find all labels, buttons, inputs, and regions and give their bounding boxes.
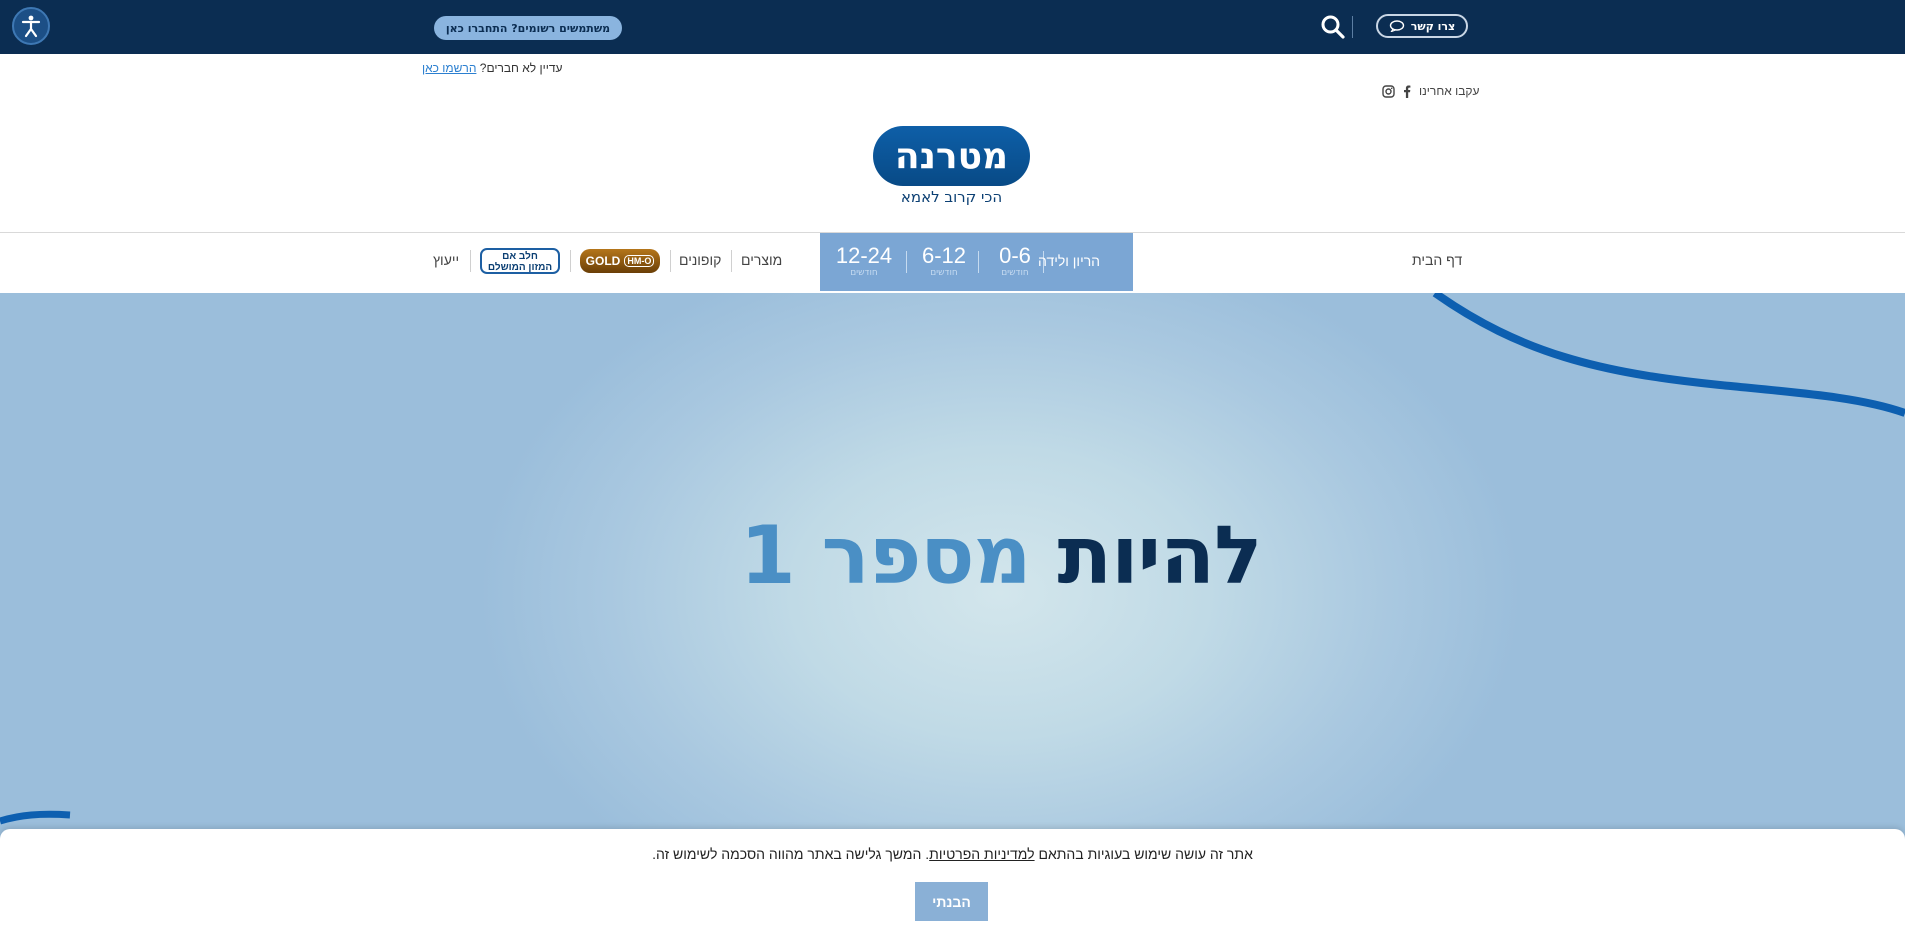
milk-badge-line1: חלב אם bbox=[502, 251, 538, 262]
hmo-mark: HM-O bbox=[624, 255, 655, 267]
cookie-accept-button[interactable]: הבנתי bbox=[915, 882, 988, 921]
age-unit: חודשים bbox=[850, 268, 878, 278]
divider bbox=[731, 250, 732, 272]
cookie-banner: אתר זה עושה שימוש בעוגיות בהתאם למדיניות… bbox=[0, 829, 1905, 938]
cookie-text-after: . המשך גלישה באתר מהווה הסכמה לשימוש זה. bbox=[652, 846, 930, 862]
milk-badge-line2: המזון המושלם bbox=[487, 262, 553, 273]
divider bbox=[670, 250, 671, 272]
accessibility-button[interactable] bbox=[12, 7, 50, 45]
social-follow: עקבו אחרינו bbox=[1382, 84, 1479, 98]
contact-button[interactable]: צרו קשר bbox=[1376, 14, 1468, 38]
divider bbox=[978, 251, 979, 273]
divider bbox=[570, 250, 571, 272]
top-bar: משתמשים רשומים? התחברו כאן צרו קשר bbox=[0, 0, 1905, 54]
register-question: עדיין לא חברים? bbox=[479, 61, 563, 75]
instagram-icon[interactable] bbox=[1382, 84, 1395, 98]
nav-home[interactable]: דף הבית bbox=[1412, 252, 1462, 268]
accessibility-person-icon bbox=[21, 15, 41, 38]
breastmilk-badge[interactable]: חלב אם המזון המושלם bbox=[480, 248, 560, 274]
age-range: 12-24 bbox=[835, 243, 893, 268]
search-icon[interactable] bbox=[1320, 14, 1346, 40]
register-prompt: עדיין לא חברים? הרשמו כאן bbox=[422, 61, 563, 75]
cookie-message: אתר זה עושה שימוש בעוגיות בהתאם למדיניות… bbox=[0, 846, 1905, 862]
gold-hmo-badge[interactable]: GOLD HM-O bbox=[580, 249, 660, 273]
tab-pregnancy[interactable]: הריון ולידה bbox=[1038, 253, 1100, 269]
speech-bubble-icon bbox=[1389, 20, 1404, 32]
contact-label: צרו קשר bbox=[1410, 19, 1456, 33]
hero-title: להיות מספר 1 bbox=[740, 509, 1262, 602]
facebook-icon[interactable] bbox=[1403, 85, 1411, 98]
nav-products[interactable]: מוצרים bbox=[741, 252, 782, 268]
nav-coupons[interactable]: קופונים bbox=[679, 252, 721, 268]
privacy-policy-link[interactable]: למדיניות הפרטיות bbox=[929, 846, 1034, 862]
cookie-text-before: אתר זה עושה שימוש בעוגיות בהתאם bbox=[1038, 846, 1253, 862]
divider bbox=[470, 250, 471, 272]
hero-title-part2: מספר 1 bbox=[740, 509, 1032, 602]
follow-label: עקבו אחרינו bbox=[1419, 84, 1480, 98]
brand-tagline: הכי קרוב לאמא bbox=[900, 188, 1003, 206]
divider bbox=[1352, 16, 1353, 38]
age-range: 6-12 bbox=[921, 243, 967, 268]
age-unit: חודשים bbox=[930, 268, 958, 278]
login-button[interactable]: משתמשים רשומים? התחברו כאן bbox=[434, 16, 622, 40]
brand-logo[interactable]: מטרנה bbox=[873, 126, 1030, 186]
hero-title-part1: להיות bbox=[1057, 509, 1262, 602]
register-link[interactable]: הרשמו כאן bbox=[422, 61, 476, 75]
tab-age-12-24[interactable]: 12-24 חודשים bbox=[820, 233, 908, 291]
divider bbox=[906, 251, 907, 273]
gold-label: GOLD bbox=[585, 254, 621, 268]
nav-advice[interactable]: ייעוץ bbox=[433, 252, 459, 268]
tab-age-6-12[interactable]: 6-12 חודשים bbox=[908, 233, 980, 291]
